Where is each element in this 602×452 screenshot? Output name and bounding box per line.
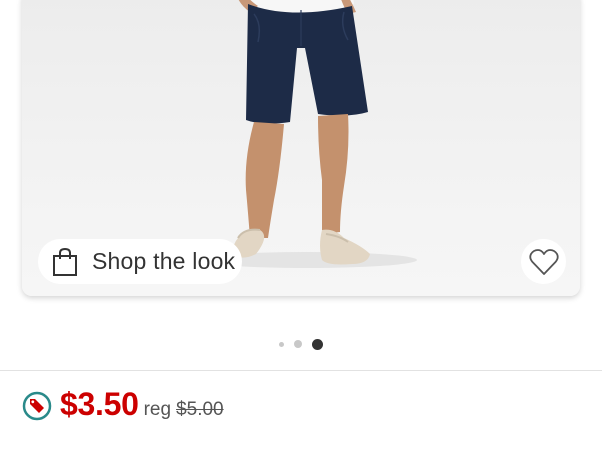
regular-price: $5.00 (176, 399, 224, 420)
product-detail-page: Shop the look $3.50 reg $5.00 (0, 0, 602, 452)
heart-outline-icon (528, 248, 559, 276)
product-image-card[interactable]: Shop the look (22, 0, 580, 296)
shopping-bag-icon (52, 247, 78, 277)
regular-price-label: reg (143, 399, 172, 420)
shop-the-look-button[interactable]: Shop the look (38, 239, 242, 284)
carousel-dot-3-active[interactable] (312, 338, 323, 350)
carousel-pagination (272, 337, 332, 351)
sale-tag-icon (22, 391, 52, 421)
favorite-button[interactable] (521, 239, 566, 284)
price-row: $3.50 reg $5.00 (22, 386, 224, 426)
section-divider (0, 370, 602, 371)
sale-price: $3.50 (60, 386, 139, 422)
carousel-dot-1[interactable] (279, 341, 284, 347)
carousel-dot-2[interactable] (294, 340, 302, 348)
shop-the-look-label: Shop the look (92, 248, 236, 274)
